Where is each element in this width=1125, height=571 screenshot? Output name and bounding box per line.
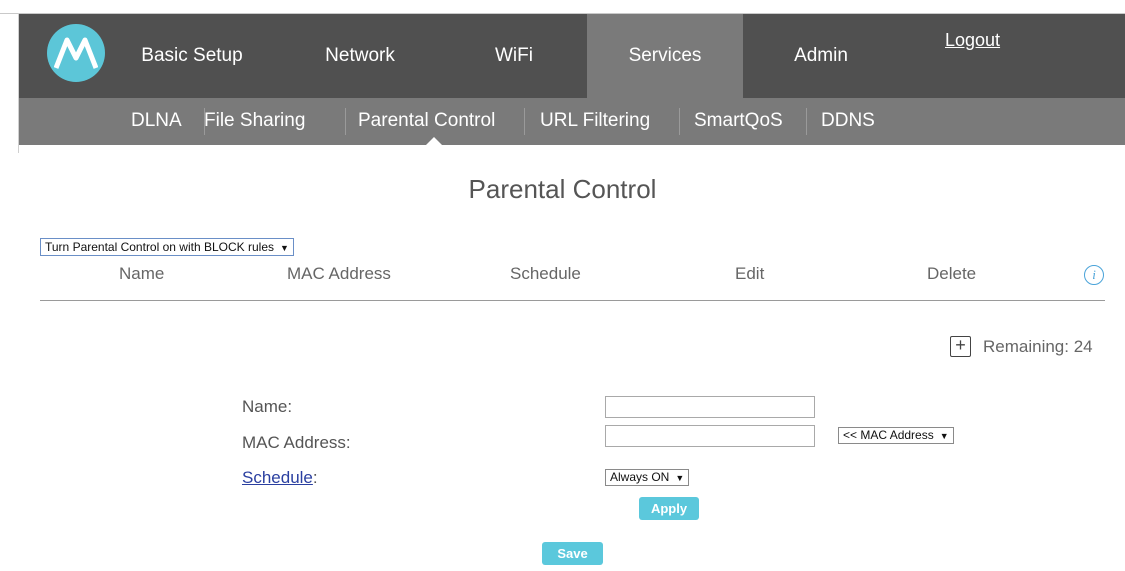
- mac-address-select[interactable]: << MAC Address ▼: [838, 427, 954, 444]
- plus-icon[interactable]: +: [950, 336, 971, 357]
- schedule-link[interactable]: Schedule: [242, 468, 313, 487]
- subnav-smartqos[interactable]: SmartQoS: [694, 98, 783, 145]
- parental-control-mode-select[interactable]: Turn Parental Control on with BLOCK rule…: [40, 238, 294, 256]
- schedule-colon: :: [312, 468, 318, 487]
- mac-address-label: MAC Address:: [242, 433, 351, 452]
- mac-address-input[interactable]: [605, 425, 815, 447]
- logout-link[interactable]: Logout: [945, 30, 1000, 51]
- nav-basic-setup[interactable]: Basic Setup: [131, 14, 253, 98]
- motorola-logo-icon[interactable]: [47, 24, 105, 82]
- subnav-divider: [524, 108, 525, 135]
- nav-admin[interactable]: Admin: [767, 14, 875, 98]
- mac-select-value: << MAC Address: [843, 428, 934, 442]
- column-header-mac-address: MAC Address: [287, 264, 391, 283]
- subnav-file-sharing[interactable]: File Sharing: [204, 98, 305, 145]
- column-header-delete: Delete: [927, 264, 977, 283]
- info-icon[interactable]: i: [1084, 265, 1104, 285]
- save-button[interactable]: Save: [542, 542, 603, 565]
- remaining-count: Remaining: 24: [983, 337, 1093, 356]
- name-input[interactable]: [605, 396, 815, 418]
- apply-button[interactable]: Apply: [639, 497, 699, 520]
- subnav-url-filtering[interactable]: URL Filtering: [540, 98, 650, 145]
- subnav-divider: [679, 108, 680, 135]
- dropdown-arrow-icon: ▼: [280, 243, 289, 253]
- nav-network[interactable]: Network: [301, 14, 419, 98]
- active-tab-caret: [425, 137, 443, 146]
- subnav-divider: [806, 108, 807, 135]
- name-label: Name:: [242, 397, 293, 416]
- dropdown-arrow-icon: ▼: [939, 431, 949, 441]
- sub-navigation: DLNA File Sharing Parental Control URL F…: [19, 98, 1125, 145]
- schedule-label: Schedule:: [242, 468, 318, 488]
- subnav-ddns[interactable]: DDNS: [821, 98, 875, 145]
- nav-wifi[interactable]: WiFi: [464, 14, 564, 98]
- subnav-dlna[interactable]: DLNA: [131, 98, 182, 145]
- page-title: Parental Control: [468, 174, 657, 204]
- schedule-select-value: Always ON: [610, 470, 670, 484]
- schedule-select[interactable]: Always ON ▼: [605, 469, 690, 486]
- mode-select-value: Turn Parental Control on with BLOCK rule…: [45, 240, 274, 254]
- subnav-divider: [345, 108, 346, 135]
- column-header-schedule: Schedule: [510, 264, 581, 283]
- column-header-name: Name: [119, 264, 165, 283]
- top-navigation: Basic Setup Network WiFi Services Admin …: [19, 14, 1125, 98]
- table-divider: [40, 300, 1105, 301]
- nav-services[interactable]: Services: [587, 14, 743, 98]
- column-header-edit: Edit: [735, 264, 765, 283]
- dropdown-arrow-icon: ▼: [675, 473, 685, 483]
